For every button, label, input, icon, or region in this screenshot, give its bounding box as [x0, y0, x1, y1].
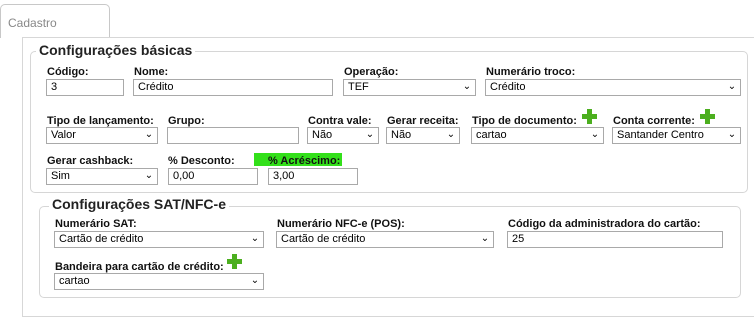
chevron-down-icon: ⌄: [462, 81, 472, 92]
chevron-down-icon: ⌄: [144, 129, 154, 140]
add-conta-corrente-plus-icon[interactable]: [700, 109, 715, 124]
codigo-label: Código:: [47, 66, 89, 78]
numerario-sat-select[interactable]: Cartão de crédito ⌄: [54, 231, 264, 248]
operacao-value: TEF: [348, 81, 369, 93]
codigo-administradora-input[interactable]: 25: [507, 231, 723, 248]
add-tipo-documento-plus-icon[interactable]: [582, 109, 597, 124]
grupo-input[interactable]: [167, 127, 299, 144]
tipo-lancamento-value: Valor: [51, 129, 76, 141]
contra-vale-value: Não: [312, 129, 333, 141]
tab-label: Cadastro: [8, 16, 57, 30]
numerario-troco-value: Crédito: [490, 81, 526, 93]
codigo-administradora-label: Código da administradora do cartão:: [508, 218, 701, 230]
tipo-documento-select[interactable]: cartao ⌄: [471, 127, 604, 144]
numerario-nfce-value: Cartão de crédito: [281, 233, 366, 245]
chevron-down-icon: ⌄: [144, 170, 154, 181]
desconto-label: % Desconto:: [168, 155, 235, 167]
chevron-down-icon: ⌄: [250, 233, 260, 244]
section-basic-title: Configurações básicas: [36, 42, 196, 58]
tipo-documento-label: Tipo de documento:: [472, 115, 577, 127]
chevron-down-icon: ⌄: [365, 129, 375, 140]
bandeira-value: cartao: [59, 275, 90, 287]
numerario-sat-value: Cartão de crédito: [59, 233, 144, 245]
conta-corrente-value: Santander Centro: [617, 129, 704, 141]
tipo-lancamento-label: Tipo de lançamento:: [47, 115, 154, 127]
contra-vale-label: Contra vale:: [308, 115, 372, 127]
nome-input[interactable]: Crédito: [133, 79, 333, 96]
operacao-select[interactable]: TEF ⌄: [343, 79, 476, 96]
bandeira-label: Bandeira para cartão de crédito:: [55, 261, 224, 273]
numerario-troco-select[interactable]: Crédito ⌄: [485, 79, 741, 96]
tab-bar: Cadastro: [0, 0, 754, 38]
desconto-input[interactable]: 0,00: [168, 168, 258, 185]
chevron-down-icon: ⌄: [446, 129, 456, 140]
gerar-receita-select[interactable]: Não ⌄: [386, 127, 460, 144]
gerar-cashback-label: Gerar cashback:: [47, 155, 134, 167]
operacao-label: Operação:: [344, 66, 399, 78]
chevron-down-icon: ⌄: [590, 129, 600, 140]
codigo-input[interactable]: 3: [46, 79, 124, 96]
bandeira-select[interactable]: cartao ⌄: [54, 273, 264, 290]
tipo-documento-value: cartao: [476, 129, 507, 141]
numerario-troco-label: Numerário troco:: [486, 66, 576, 78]
gerar-receita-value: Não: [391, 129, 412, 141]
gerar-receita-label: Gerar receita:: [387, 115, 459, 127]
add-bandeira-plus-icon[interactable]: [227, 254, 242, 269]
conta-corrente-select[interactable]: Santander Centro ⌄: [612, 127, 741, 144]
nome-label: Nome:: [134, 66, 169, 78]
acrescimo-input[interactable]: 3,00: [268, 168, 358, 185]
chevron-down-icon: ⌄: [727, 129, 737, 140]
numerario-nfce-label: Numerário NFC-e (POS):: [277, 218, 405, 230]
conta-corrente-label: Conta corrente:: [613, 115, 695, 127]
grupo-label: Grupo:: [168, 115, 205, 127]
contra-vale-select[interactable]: Não ⌄: [307, 127, 379, 144]
numerario-nfce-select[interactable]: Cartão de crédito ⌄: [276, 231, 494, 248]
section-sat-title: Configurações SAT/NFC-e: [49, 196, 229, 212]
acrescimo-label: % Acréscimo:: [268, 155, 341, 167]
chevron-down-icon: ⌄: [250, 275, 260, 286]
gerar-cashback-value: Sim: [51, 170, 70, 182]
chevron-down-icon: ⌄: [727, 81, 737, 92]
numerario-sat-label: Numerário SAT:: [55, 218, 137, 230]
gerar-cashback-select[interactable]: Sim ⌄: [46, 168, 158, 185]
chevron-down-icon: ⌄: [480, 233, 490, 244]
tab-cadastro[interactable]: Cadastro: [0, 4, 110, 38]
tipo-lancamento-select[interactable]: Valor ⌄: [46, 127, 158, 144]
